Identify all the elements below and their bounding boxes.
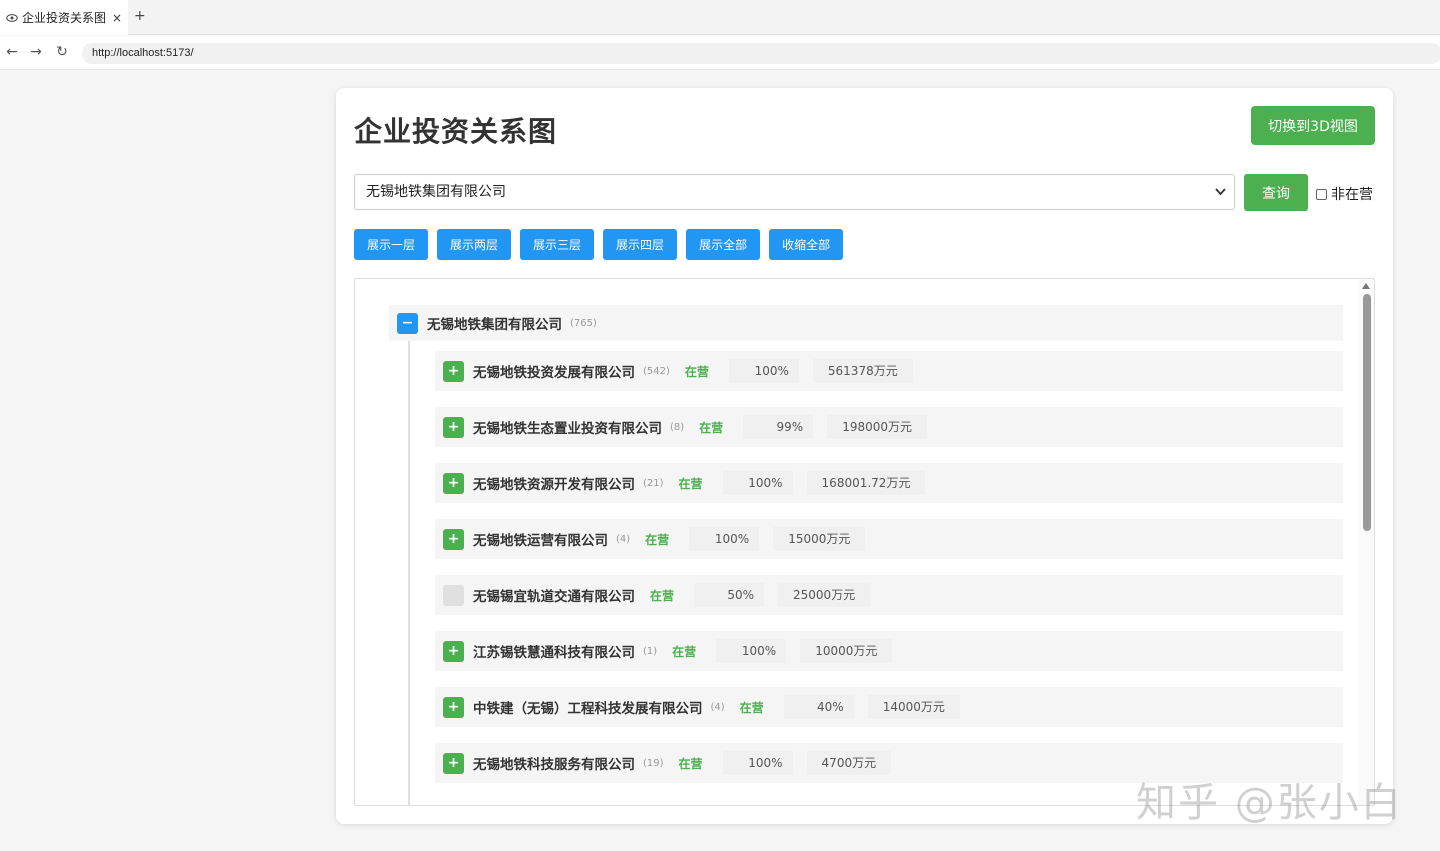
status-badge: 在营 bbox=[645, 532, 670, 547]
tree-row[interactable]: 无锡锡宜轨道交通有限公司 在营 50% 25000万元 bbox=[435, 575, 1343, 615]
investment-amount: 198000万元 bbox=[827, 415, 927, 439]
chevron-down-icon bbox=[1215, 175, 1226, 223]
subsidiary-count: (8) bbox=[670, 421, 685, 433]
company-name: 无锡地铁资源开发有限公司 bbox=[473, 477, 635, 493]
expand-toggle[interactable]: + bbox=[443, 416, 464, 438]
switch-3d-button[interactable]: 切换到3D视图 bbox=[1251, 106, 1375, 145]
investment-amount: 10000万元 bbox=[800, 639, 893, 663]
expand-toggle[interactable]: + bbox=[443, 696, 464, 718]
investment-amount: 15000万元 bbox=[773, 527, 866, 551]
share-percent: 50% bbox=[694, 583, 765, 607]
company-select-value: 无锡地铁集团有限公司 bbox=[366, 184, 506, 200]
status-badge: 在营 bbox=[739, 700, 764, 715]
investment-amount: 14000万元 bbox=[867, 695, 960, 719]
status-badge: 在营 bbox=[684, 364, 709, 379]
tree-row[interactable]: + 江苏锡铁慧通科技有限公司 (1) 在营 100% 10000万元 bbox=[435, 631, 1343, 671]
expand-toggle[interactable]: + bbox=[443, 752, 464, 774]
reload-icon[interactable]: ↻ bbox=[54, 44, 70, 60]
company-name: 无锡地铁集团有限公司 bbox=[427, 317, 562, 333]
tree-row[interactable]: + 无锡地铁运营有限公司 (4) 在营 100% 15000万元 bbox=[435, 519, 1343, 559]
scrollbar-thumb[interactable] bbox=[1363, 294, 1371, 531]
collapse-toggle[interactable]: − bbox=[397, 312, 418, 334]
query-button[interactable]: 查询 bbox=[1244, 174, 1308, 211]
show-level-3-button[interactable]: 展示三层 bbox=[520, 229, 595, 260]
investment-amount: 561378万元 bbox=[812, 359, 913, 383]
company-name: 中铁建（无锡）工程科技发展有限公司 bbox=[473, 701, 703, 717]
company-name: 无锡地铁科技服务有限公司 bbox=[473, 757, 635, 773]
company-select[interactable]: 无锡地铁集团有限公司 bbox=[354, 174, 1235, 210]
subsidiary-count: (4) bbox=[710, 701, 725, 713]
collapse-all-button[interactable]: 收缩全部 bbox=[769, 229, 844, 260]
share-percent: 100% bbox=[722, 751, 793, 775]
investment-amount: 25000万元 bbox=[778, 583, 871, 607]
status-badge: 在营 bbox=[650, 588, 675, 603]
page-title: 企业投资关系图 bbox=[354, 115, 558, 148]
status-badge: 在营 bbox=[672, 644, 697, 659]
status-badge: 在营 bbox=[678, 476, 703, 491]
main-card: 企业投资关系图 切换到3D视图 无锡地铁集团有限公司 查询 非在营 展示一层 展… bbox=[336, 88, 1393, 824]
company-name: 无锡锡宜轨道交通有限公司 bbox=[473, 589, 635, 605]
browser-tab[interactable]: 企业投资关系图 × bbox=[0, 0, 128, 35]
company-name: 无锡地铁投资发展有限公司 bbox=[473, 365, 635, 381]
url-input[interactable]: http://localhost:5173/ bbox=[82, 43, 1440, 64]
subsidiary-count: (1) bbox=[643, 645, 658, 657]
status-badge: 在营 bbox=[699, 420, 724, 435]
company-name: 无锡地铁运营有限公司 bbox=[473, 533, 608, 549]
expand-toggle[interactable]: + bbox=[443, 472, 464, 494]
subsidiary-count: (19) bbox=[643, 757, 664, 769]
share-percent: 100% bbox=[689, 527, 760, 551]
tree-scrollbar[interactable] bbox=[1358, 279, 1374, 805]
back-icon[interactable]: ← bbox=[4, 44, 20, 60]
investment-tree: − 无锡地铁集团有限公司 (765) + 无锡地铁投资发展有限公司 (542) … bbox=[354, 278, 1375, 806]
tree-row[interactable]: + 中铁建（无锡）工程科技发展有限公司 (4) 在营 40% 14000万元 bbox=[435, 687, 1343, 727]
subsidiary-count: (542) bbox=[643, 365, 670, 377]
expand-toggle[interactable]: + bbox=[443, 360, 464, 382]
forward-icon[interactable]: → bbox=[28, 44, 44, 60]
browser-tab-bar: 企业投资关系图 × + bbox=[0, 0, 1440, 35]
close-tab-icon[interactable]: × bbox=[112, 11, 122, 25]
tree-row[interactable]: + 无锡地铁资源开发有限公司 (21) 在营 100% 168001.72万元 bbox=[435, 463, 1343, 503]
investment-amount: 4700万元 bbox=[806, 751, 892, 775]
show-all-button[interactable]: 展示全部 bbox=[686, 229, 761, 260]
scroll-up-icon[interactable] bbox=[1362, 283, 1370, 289]
show-level-1-button[interactable]: 展示一层 bbox=[354, 229, 429, 260]
subsidiary-count: (21) bbox=[643, 477, 664, 489]
tree-row[interactable]: + 无锡地铁生态置业投资有限公司 (8) 在营 99% 198000万元 bbox=[435, 407, 1343, 447]
eye-icon bbox=[6, 12, 18, 24]
leaf-toggle bbox=[443, 584, 464, 606]
investment-amount: 168001.72万元 bbox=[806, 471, 926, 495]
share-percent: 99% bbox=[743, 415, 814, 439]
company-name: 江苏锡铁慧通科技有限公司 bbox=[473, 645, 635, 661]
inactive-label: 非在营 bbox=[1331, 187, 1373, 203]
watermark: 知乎 @张小白 bbox=[1136, 780, 1403, 826]
company-name: 无锡地铁生态置业投资有限公司 bbox=[473, 421, 662, 437]
expand-toggle[interactable]: + bbox=[443, 528, 464, 550]
share-percent: 100% bbox=[722, 471, 793, 495]
new-tab-icon[interactable]: + bbox=[134, 8, 146, 24]
expand-toggle[interactable]: + bbox=[443, 640, 464, 662]
subsidiary-count: (765) bbox=[570, 317, 597, 329]
show-level-4-button[interactable]: 展示四层 bbox=[603, 229, 678, 260]
address-bar: ← → ↻ http://localhost:5173/ bbox=[0, 36, 1440, 70]
inactive-checkbox[interactable] bbox=[1316, 188, 1327, 200]
subsidiary-count: (4) bbox=[616, 533, 631, 545]
tree-row[interactable]: + 无锡地铁投资发展有限公司 (542) 在营 100% 561378万元 bbox=[435, 351, 1343, 391]
tab-title: 企业投资关系图 bbox=[22, 11, 107, 25]
share-percent: 100% bbox=[728, 359, 799, 383]
status-badge: 在营 bbox=[678, 756, 703, 771]
tree-root-row[interactable]: − 无锡地铁集团有限公司 (765) bbox=[389, 305, 1343, 341]
show-level-2-button[interactable]: 展示两层 bbox=[437, 229, 512, 260]
tree-connector-line bbox=[408, 341, 410, 805]
level-button-group: 展示一层 展示两层 展示三层 展示四层 展示全部 收缩全部 bbox=[354, 229, 852, 260]
share-percent: 40% bbox=[783, 695, 854, 719]
inactive-filter[interactable]: 非在营 bbox=[1316, 184, 1373, 204]
share-percent: 100% bbox=[716, 639, 787, 663]
